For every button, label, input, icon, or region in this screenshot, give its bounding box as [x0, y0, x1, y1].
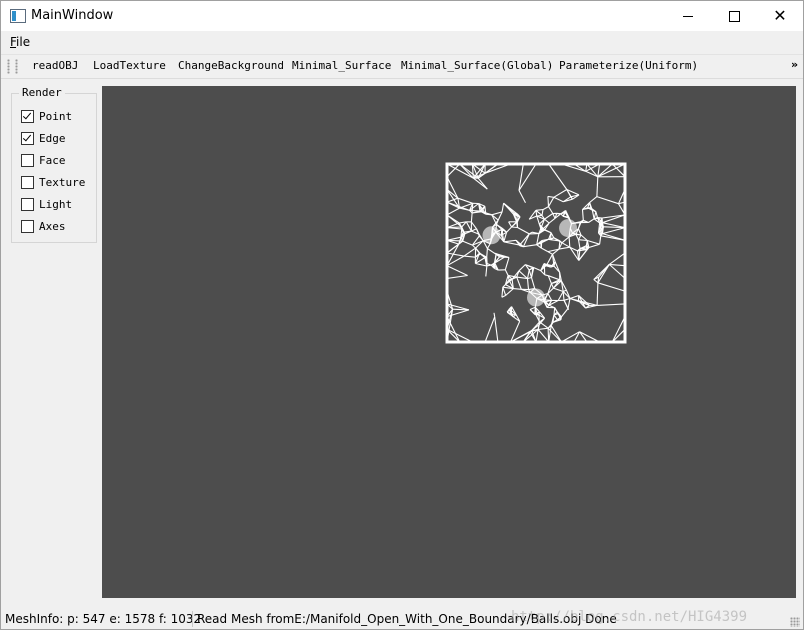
load-texture-button[interactable]: LoadTexture	[93, 59, 166, 72]
toolbar: readOBJ LoadTexture ChangeBackground Min…	[1, 54, 803, 79]
checkbox-box[interactable]	[21, 109, 34, 123]
checkbox-label: Light	[39, 197, 73, 211]
toolbar-grip-icon[interactable]	[7, 59, 10, 74]
menu-file[interactable]: File	[10, 35, 30, 49]
checkbox-box[interactable]	[21, 131, 34, 145]
checkbox-edge[interactable]: Edge	[21, 130, 66, 146]
minimize-icon	[683, 15, 693, 17]
checkbox-box[interactable]	[21, 153, 34, 167]
checkbox-label: Edge	[39, 131, 66, 145]
parameterize-uniform-button[interactable]: Parameterize(Uniform)	[559, 59, 698, 72]
checkbox-light[interactable]: Light	[21, 196, 72, 212]
status-mesh-info: MeshInfo: p: 547 e: 1578 f: 1032	[5, 612, 202, 626]
checkbox-point[interactable]: Point	[21, 108, 72, 124]
toolbar-overflow-icon[interactable]: »	[791, 58, 798, 71]
change-background-button[interactable]: ChangeBackground	[178, 59, 284, 72]
watermark-text: http://blog.csdn.net/HIG4399	[511, 609, 748, 625]
read-obj-button[interactable]: readOBJ	[32, 59, 78, 72]
minimal-surface-button[interactable]: Minimal_Surface	[292, 59, 391, 72]
mesh-wireframe	[445, 162, 627, 344]
checkbox-box[interactable]	[21, 219, 34, 233]
maximize-button[interactable]	[711, 1, 757, 31]
checkbox-texture[interactable]: Texture	[21, 174, 85, 190]
main-window: MainWindow ✕ File readOBJ LoadTexture Ch…	[0, 0, 804, 630]
checkbox-face[interactable]: Face	[21, 152, 66, 168]
status-divider	[192, 611, 193, 627]
checkbox-box[interactable]	[21, 175, 34, 189]
status-bar: MeshInfo: p: 547 e: 1578 f: 1032 Read Me…	[1, 609, 803, 629]
render-group-title: Render	[19, 86, 65, 99]
checkbox-label: Point	[39, 109, 73, 123]
menu-bar: File	[1, 31, 803, 53]
checkbox-label: Texture	[39, 175, 86, 189]
close-button[interactable]: ✕	[757, 1, 803, 31]
close-icon: ✕	[773, 6, 787, 25]
minimal-surface-global-button[interactable]: Minimal_Surface(Global)	[401, 59, 553, 72]
toolbar-grip-icon[interactable]	[15, 59, 18, 74]
checkbox-box[interactable]	[21, 197, 34, 211]
render-groupbox: Render Point Edge Face Texture Light Axe…	[11, 86, 97, 243]
checkbox-label: Axes	[39, 219, 66, 233]
minimize-button[interactable]	[665, 1, 711, 31]
size-grip-icon[interactable]	[790, 617, 800, 627]
gl-viewport[interactable]	[102, 86, 796, 598]
app-window-icon	[10, 9, 26, 23]
mesh-render	[445, 162, 627, 344]
window-title: MainWindow	[31, 8, 114, 23]
maximize-icon	[728, 10, 740, 22]
checkbox-label: Face	[39, 153, 66, 167]
checkbox-axes[interactable]: Axes	[21, 218, 66, 234]
title-bar[interactable]: MainWindow ✕	[1, 1, 803, 31]
